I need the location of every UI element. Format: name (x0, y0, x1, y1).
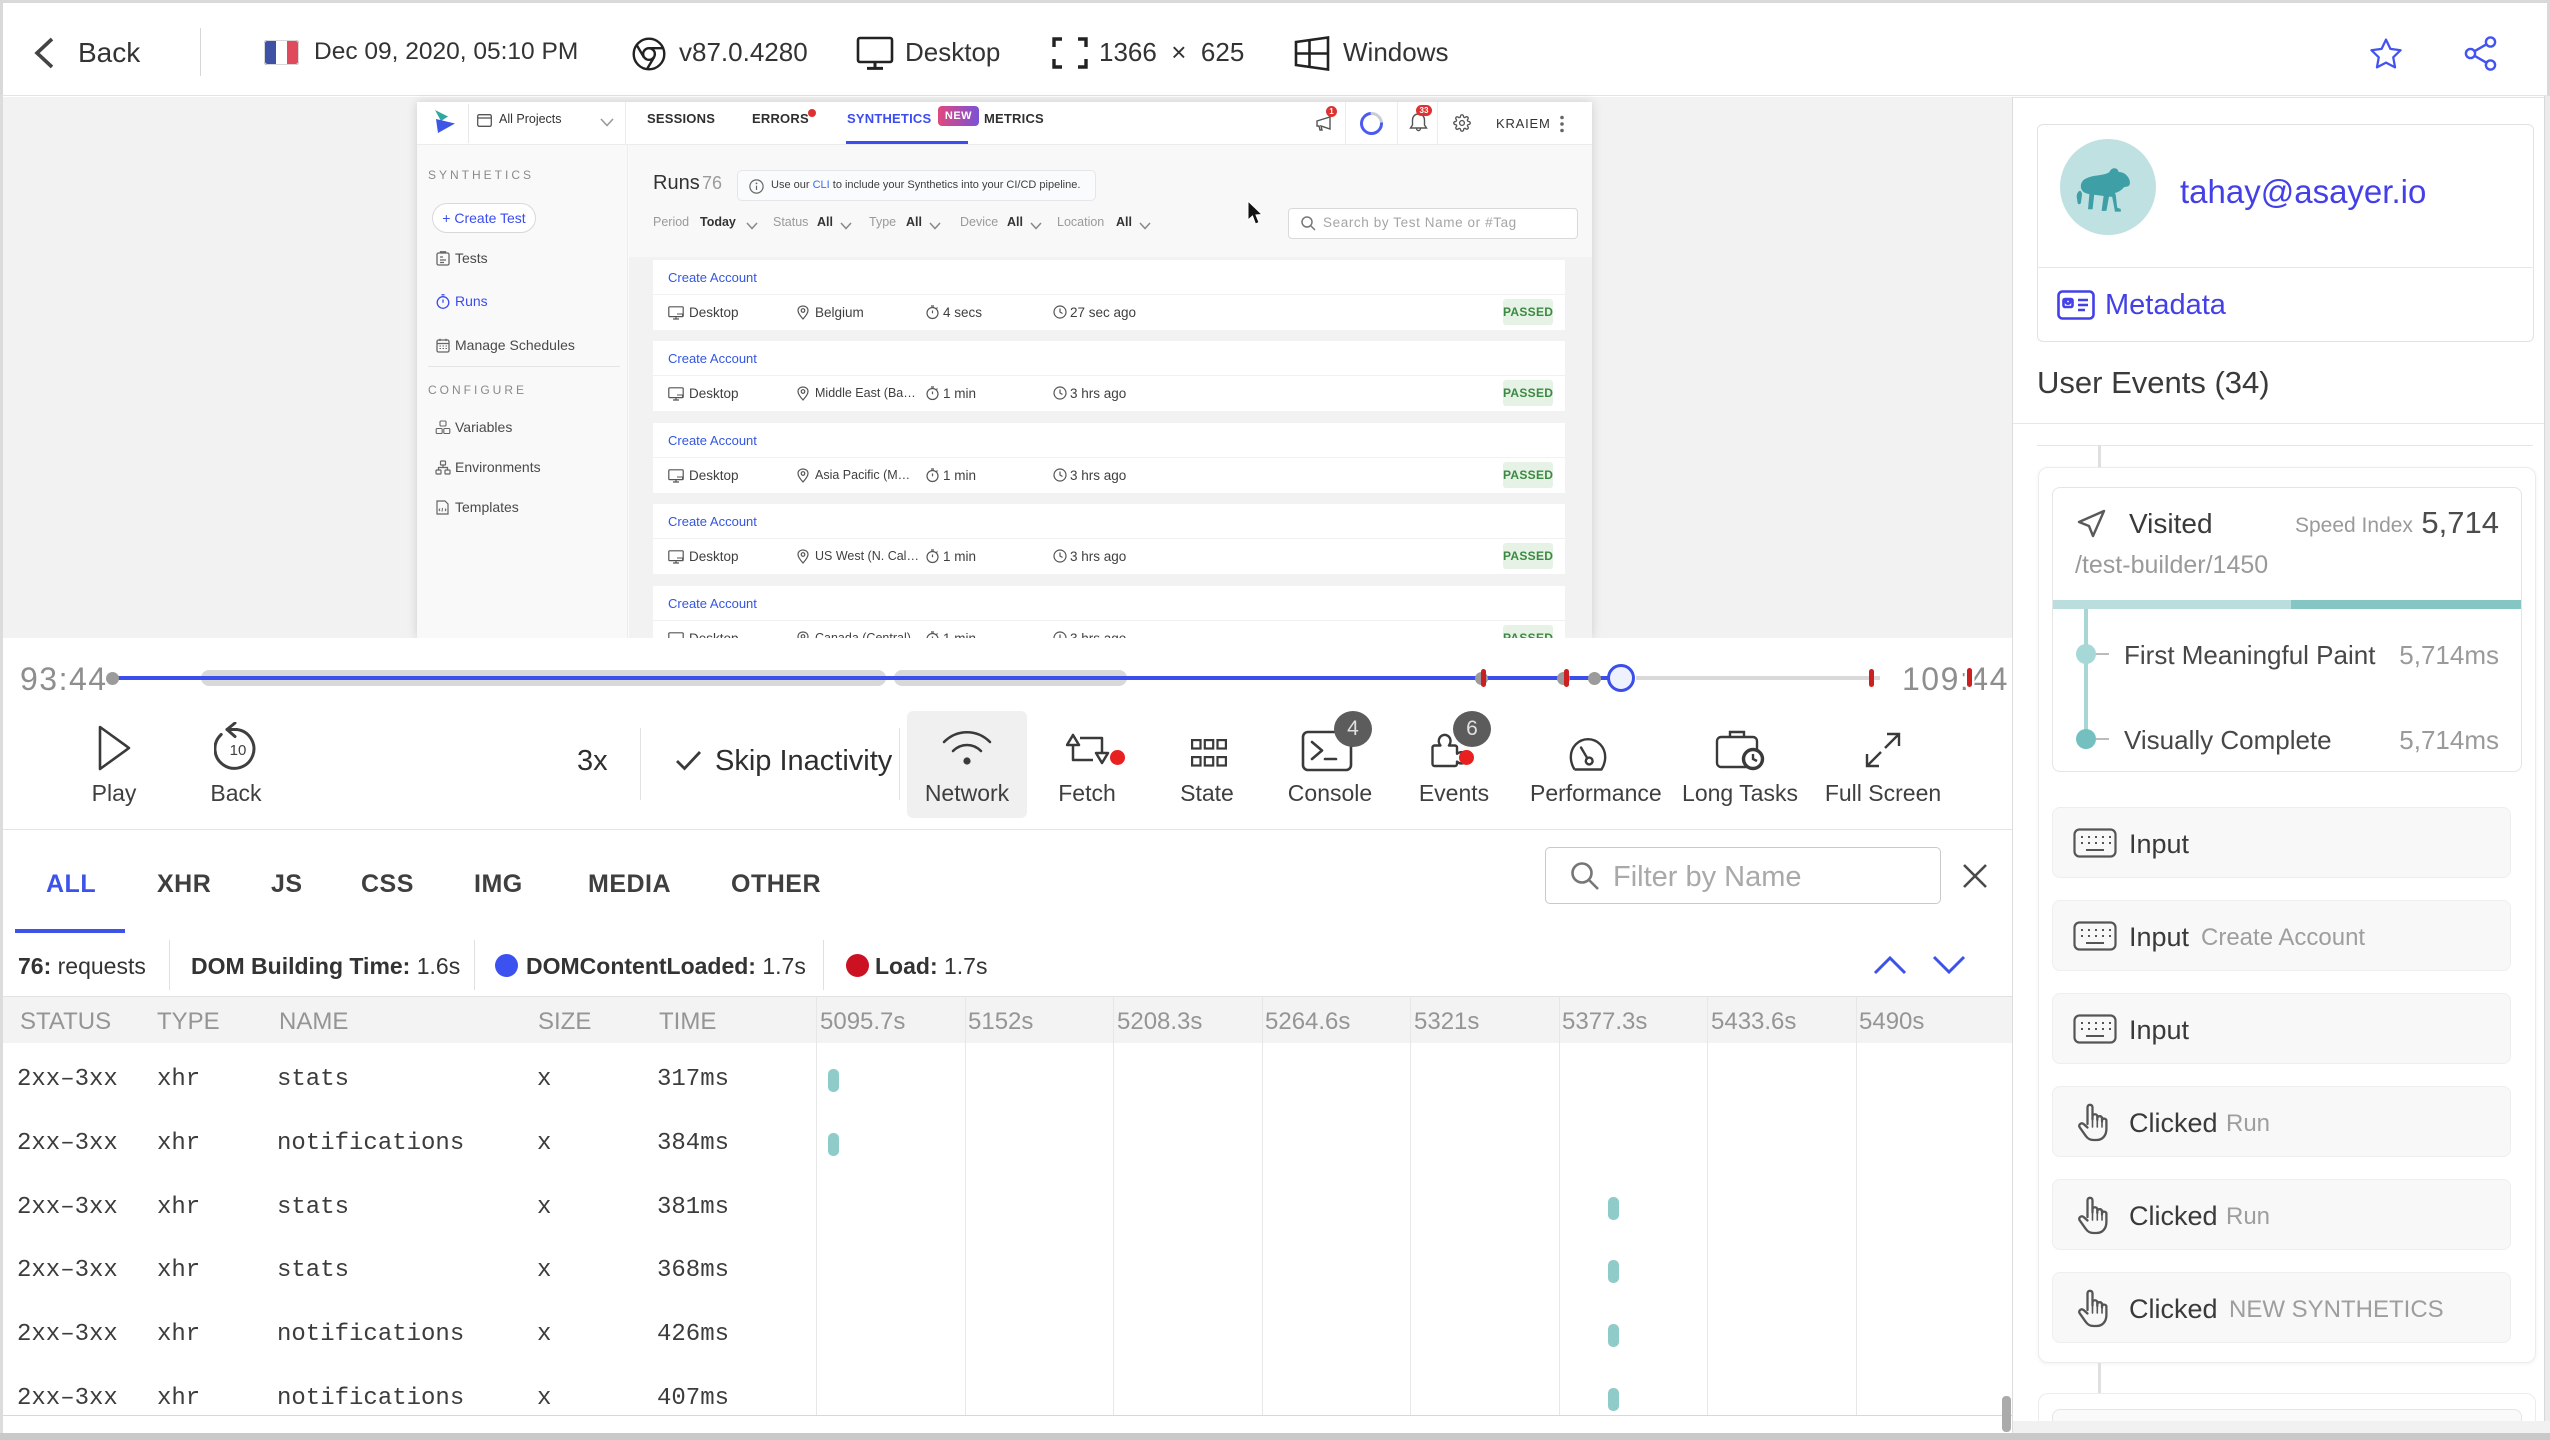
svg-text:10: 10 (230, 742, 247, 759)
